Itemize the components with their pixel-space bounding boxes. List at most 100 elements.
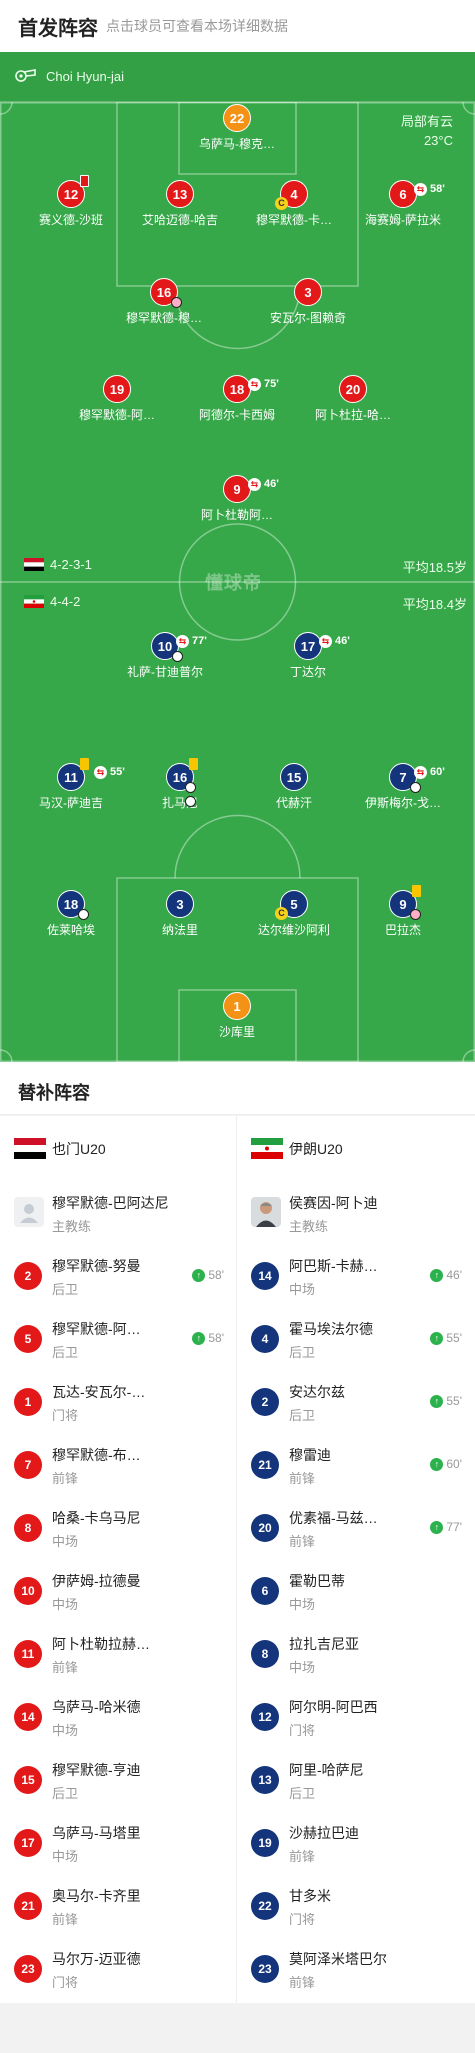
player-position: 后卫 bbox=[52, 1786, 79, 1801]
player-name: 代赫汗 bbox=[275, 796, 312, 810]
player-position: 后卫 bbox=[52, 1345, 79, 1360]
referee-name: Choi Hyun-jai bbox=[46, 69, 125, 84]
goal-ball-icon bbox=[410, 782, 422, 796]
sub-minute: 60' bbox=[430, 766, 445, 778]
away-player-9[interactable]: 9 巴拉杰 bbox=[343, 885, 463, 938]
coach-row[interactable]: 穆罕默德-巴阿达尼 主教练 bbox=[0, 1181, 236, 1244]
home-player-9[interactable]: 9 ⇆ 46' 阿卜杜勒阿… bbox=[177, 475, 297, 523]
sub-out-icon: ⇆ bbox=[248, 477, 261, 491]
sub-player-row[interactable]: 8 哈桑-卡乌马尼 中场 bbox=[0, 1496, 236, 1559]
sub-out-icon: ⇆ bbox=[94, 765, 107, 779]
subs-title: 替补阵容 bbox=[18, 1083, 90, 1103]
sub-player-row[interactable]: 1 瓦达-安瓦尔-… 门将 bbox=[0, 1370, 236, 1433]
player-name: 霍勒巴蒂 bbox=[289, 1573, 345, 1589]
sub-in-minute: 55' bbox=[446, 1331, 462, 1345]
sub-player-row[interactable]: 5 穆罕默德-阿… 后卫 ↑ 58' bbox=[0, 1307, 236, 1370]
away-player-7[interactable]: 7 ⇆ 60' 伊斯梅尔-戈… bbox=[343, 763, 463, 811]
sub-player-row[interactable]: 21 奥马尔-卡齐里 前锋 bbox=[0, 1874, 236, 1937]
away-player-18[interactable]: 18 佐莱哈埃 bbox=[11, 890, 131, 938]
subs-header: 替补阵容 bbox=[0, 1062, 475, 1115]
sub-in-minute: 77' bbox=[446, 1520, 462, 1534]
home-player-6[interactable]: 6 ⇆ 58' 海赛姆-萨拉米 bbox=[343, 180, 463, 228]
away-player-3[interactable]: 3 纳法里 bbox=[120, 890, 240, 938]
player-name: 穆罕默德-阿… bbox=[79, 408, 155, 422]
goal-ball-icon bbox=[185, 782, 197, 810]
sub-player-row[interactable]: 17 乌萨马-马塔里 中场 bbox=[0, 1811, 236, 1874]
away-player-15[interactable]: 15 代赫汗 bbox=[234, 763, 354, 811]
home-player-18[interactable]: 18 ⇆ 75' 阿德尔-卡西姆 bbox=[177, 375, 297, 423]
player-number: 6 bbox=[251, 1577, 279, 1605]
weather-info: 局部有云 23°C bbox=[401, 112, 453, 150]
sub-player-row[interactable]: 20 优素福-马兹… 前锋 ↑ 77' bbox=[237, 1496, 474, 1559]
sub-out-icon: ⇆ bbox=[414, 765, 427, 779]
player-name: 沙库里 bbox=[218, 1025, 255, 1039]
player-number: 9 bbox=[233, 482, 241, 497]
player-name: 安达尔兹 bbox=[289, 1384, 345, 1400]
player-position: 门将 bbox=[289, 1912, 316, 1927]
sub-in-indicator: ↑ 58' bbox=[192, 1268, 224, 1282]
player-name: 霍马埃法尔德 bbox=[289, 1321, 373, 1337]
sub-player-row[interactable]: 11 阿卜杜勒拉赫… 前锋 bbox=[0, 1622, 236, 1685]
player-number: 12 bbox=[251, 1703, 279, 1731]
sub-in-arrow-icon: ↑ bbox=[430, 1268, 444, 1282]
player-number: 22 bbox=[251, 1892, 279, 1920]
player-number: 23 bbox=[251, 1955, 279, 1983]
player-name: 艾哈迈德-哈吉 bbox=[142, 213, 218, 227]
player-name: 阿德尔-卡西姆 bbox=[199, 408, 275, 422]
captain-badge: C bbox=[275, 197, 288, 210]
home-player-3[interactable]: 3 安瓦尔-图赖奇 bbox=[248, 278, 368, 326]
sub-player-row[interactable]: 2 安达尔兹 后卫 ↑ 55' bbox=[237, 1370, 474, 1433]
away-player-10[interactable]: 10 ⇆ 77' 礼萨-甘迪普尔 bbox=[105, 632, 225, 680]
player-number: 2 bbox=[14, 1262, 42, 1290]
home-player-4[interactable]: 4C 穆罕默德-卡… bbox=[234, 180, 354, 228]
sub-in-arrow-icon: ↑ bbox=[430, 1520, 444, 1534]
sub-player-row[interactable]: 8 拉扎吉尼亚 中场 bbox=[237, 1622, 474, 1685]
coach-row[interactable]: 侯赛因-阿卜迪 主教练 bbox=[237, 1181, 474, 1244]
home-player-19[interactable]: 19 穆罕默德-阿… bbox=[57, 375, 177, 423]
home-avg-age: 平均18.5岁 bbox=[402, 560, 467, 575]
sub-player-row[interactable]: 14 乌萨马-哈米德 中场 bbox=[0, 1685, 236, 1748]
iran-flag-icon bbox=[251, 1138, 283, 1159]
sub-player-row[interactable]: 4 霍马埃法尔德 后卫 ↑ 55' bbox=[237, 1307, 474, 1370]
home-player-20[interactable]: 20 阿卜杜拉-哈… bbox=[293, 375, 413, 423]
home-subs-column: 也门U20 穆罕默德-巴阿达尼 主教练 2 穆罕默德-努曼 后卫 ↑ 58' 5 穆罕默德-… bbox=[0, 1116, 237, 2003]
player-name: 阿卜杜拉-哈… bbox=[315, 408, 391, 422]
player-number: 13 bbox=[166, 180, 194, 208]
home-player-13[interactable]: 13 艾哈迈德-哈吉 bbox=[120, 180, 240, 228]
player-number: 2 bbox=[251, 1388, 279, 1416]
player-number: 9 bbox=[399, 897, 407, 912]
player-number: 21 bbox=[251, 1451, 279, 1479]
player-position: 后卫 bbox=[52, 1282, 79, 1297]
subs-list: 也门U20 穆罕默德-巴阿达尼 主教练 2 穆罕默德-努曼 后卫 ↑ 58' 5 穆罕默德-… bbox=[0, 1116, 475, 2003]
sub-player-row[interactable]: 12 阿尔明-阿巴西 门将 bbox=[237, 1685, 474, 1748]
home-subs-team: 也门U20 bbox=[0, 1116, 236, 1181]
sub-player-row[interactable]: 2 穆罕默德-努曼 后卫 ↑ 58' bbox=[0, 1244, 236, 1307]
player-name: 纳法里 bbox=[161, 923, 198, 937]
sub-player-row[interactable]: 23 马尔万-迈亚德 门将 bbox=[0, 1937, 236, 2000]
away-player-17[interactable]: 17 ⇆ 46' 丁达尔 bbox=[248, 632, 368, 680]
sub-player-row[interactable]: 15 穆罕默德-亨迪 后卫 bbox=[0, 1748, 236, 1811]
home-player-16[interactable]: 16 穆罕默德-穆… bbox=[104, 278, 224, 326]
player-position: 后卫 bbox=[289, 1408, 316, 1423]
player-position: 中场 bbox=[52, 1849, 79, 1864]
sub-player-row[interactable]: 7 穆罕默德-布… 前锋 bbox=[0, 1433, 236, 1496]
sub-player-row[interactable]: 23 莫阿泽米塔巴尔 前锋 bbox=[237, 1937, 474, 2000]
away-player-16[interactable]: 16 扎马尼 bbox=[120, 758, 240, 811]
player-name: 甘多米 bbox=[289, 1888, 331, 1904]
away-player-11[interactable]: 11 ⇆ 55' 马汉-萨迪吉 bbox=[11, 758, 131, 811]
sub-player-row[interactable]: 22 甘多米门将 bbox=[237, 1874, 474, 1937]
sub-player-row[interactable]: 13 阿里-哈萨尼 后卫 bbox=[237, 1748, 474, 1811]
sub-player-row[interactable]: 10 伊萨姆-拉德曼 中场 bbox=[0, 1559, 236, 1622]
sub-player-row[interactable]: 6 霍勒巴蒂 中场 bbox=[237, 1559, 474, 1622]
sub-player-row[interactable]: 14 阿巴斯-卡赫… 中场 ↑ 46' bbox=[237, 1244, 474, 1307]
home-player-12[interactable]: 12 赛义德-沙班 bbox=[11, 175, 131, 228]
sub-player-row[interactable]: 21 穆雷迪 前锋 ↑ 60' bbox=[237, 1433, 474, 1496]
away-player-1[interactable]: 1 沙库里 bbox=[177, 992, 297, 1040]
sub-player-row[interactable]: 19 沙赫拉巴迪 前锋 bbox=[237, 1811, 474, 1874]
player-position: 前锋 bbox=[289, 1471, 316, 1486]
away-player-5[interactable]: 5C 达尔维沙阿利 bbox=[234, 890, 354, 938]
player-number: 15 bbox=[14, 1766, 42, 1794]
player-name: 阿卜杜勒拉赫… bbox=[52, 1636, 150, 1652]
sub-minute: 58' bbox=[430, 183, 445, 195]
home-player-22[interactable]: 22 乌萨马-穆克… bbox=[177, 104, 297, 152]
